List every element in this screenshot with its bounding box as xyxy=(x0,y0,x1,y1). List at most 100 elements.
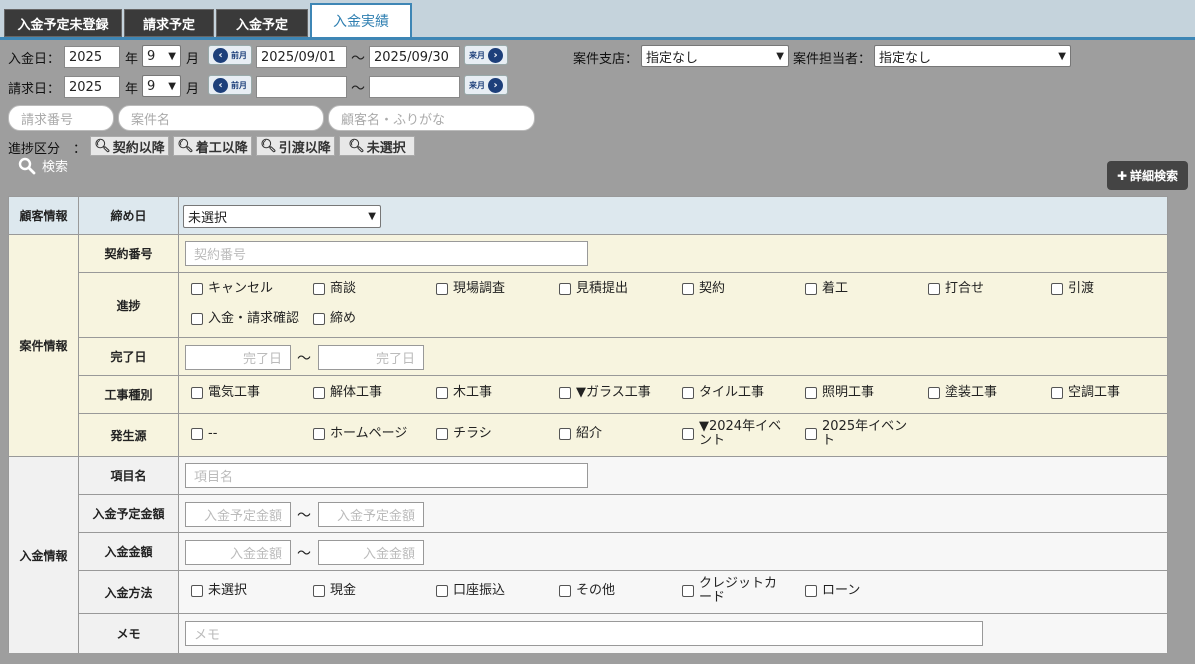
prev-month-button[interactable]: ‹ 前月 xyxy=(208,45,252,65)
deposit-to-input[interactable]: 2025/09/30 xyxy=(369,46,460,68)
checkbox[interactable] xyxy=(436,283,448,295)
work-cb-wood[interactable]: 木工事 xyxy=(436,386,492,400)
amount-from-input[interactable]: 入金金額 xyxy=(185,540,291,565)
work-cb-tile[interactable]: タイル工事 xyxy=(682,386,764,400)
work-cb-glass[interactable]: ▼ガラス工事 xyxy=(559,386,651,400)
search-icon xyxy=(18,157,36,174)
source-cb-flyer[interactable]: チラシ xyxy=(436,427,492,441)
complete-to-input[interactable]: 完了日 xyxy=(318,345,424,370)
progress-cb-meeting[interactable]: 打合せ xyxy=(928,282,984,296)
progress-cb-estimate[interactable]: 見積提出 xyxy=(559,282,628,296)
progress-cb-contract[interactable]: 契約 xyxy=(682,282,725,296)
billing-to-input[interactable] xyxy=(369,76,460,98)
work-cb-painting[interactable]: 塗装工事 xyxy=(928,386,997,400)
checkbox[interactable] xyxy=(1051,283,1063,295)
checkbox[interactable] xyxy=(805,428,817,440)
checkbox[interactable] xyxy=(928,387,940,399)
progress-cb-handover[interactable]: 引渡 xyxy=(1051,282,1094,296)
next-month-button[interactable]: 来月 › xyxy=(464,45,508,65)
checkbox[interactable] xyxy=(191,428,203,440)
checkbox[interactable] xyxy=(313,283,325,295)
after-start-button[interactable]: 🔍︎ 着工以降 xyxy=(173,136,252,156)
billing-month-select[interactable]: 9 ▼ xyxy=(142,75,181,97)
progress-cb-negotiation[interactable]: 商談 xyxy=(313,282,356,296)
range-tilde: ～ xyxy=(297,546,311,562)
progress-cb-survey[interactable]: 現場調査 xyxy=(436,282,505,296)
billing-year-input[interactable]: 2025 xyxy=(64,76,120,98)
tab-unregistered[interactable]: 入金予定未登録 xyxy=(4,9,122,37)
checkbox[interactable] xyxy=(559,428,571,440)
method-cb-unselected[interactable]: 未選択 xyxy=(191,584,247,598)
prev-month-button[interactable]: ‹ 前月 xyxy=(208,75,252,95)
customer-name-input[interactable]: 顧客名・ふりがな xyxy=(328,105,535,131)
checkbox[interactable] xyxy=(682,283,694,295)
progress-cb-closing[interactable]: 締め xyxy=(313,312,356,326)
checkbox[interactable] xyxy=(313,428,325,440)
source-cb-homepage[interactable]: ホームページ xyxy=(313,427,407,441)
checkbox[interactable] xyxy=(805,387,817,399)
after-contract-button[interactable]: 🔍︎ 契約以降 xyxy=(90,136,169,156)
tab-deposit-results[interactable]: 入金実績 xyxy=(310,3,412,37)
checkbox[interactable] xyxy=(559,387,571,399)
source-cb-none[interactable]: -- xyxy=(191,427,217,441)
checkbox[interactable] xyxy=(805,283,817,295)
billing-number-input[interactable]: 請求番号 xyxy=(8,105,114,131)
checkbox[interactable] xyxy=(1051,387,1063,399)
checkbox[interactable] xyxy=(191,585,203,597)
checkbox[interactable] xyxy=(559,283,571,295)
method-cb-cash[interactable]: 現金 xyxy=(313,584,356,598)
progress-cb-start[interactable]: 着工 xyxy=(805,282,848,296)
branch-select[interactable]: 指定なし ▼ xyxy=(641,45,789,67)
after-handover-button[interactable]: 🔍︎ 引渡以降 xyxy=(256,136,335,156)
deposit-year-input[interactable]: 2025 xyxy=(64,46,120,68)
closing-select[interactable]: 未選択 ▼ xyxy=(183,205,381,228)
work-cb-demolition[interactable]: 解体工事 xyxy=(313,386,382,400)
checkbox[interactable] xyxy=(682,428,694,440)
checkbox[interactable] xyxy=(436,428,448,440)
tab-deposit-plan[interactable]: 入金予定 xyxy=(216,9,308,37)
tab-billing-plan[interactable]: 請求予定 xyxy=(124,9,214,37)
checkbox[interactable] xyxy=(313,585,325,597)
progress-cb-cancel[interactable]: キャンセル xyxy=(191,282,273,296)
project-name-input[interactable]: 案件名 xyxy=(118,105,324,131)
checkbox[interactable] xyxy=(928,283,940,295)
staff-select[interactable]: 指定なし ▼ xyxy=(874,45,1071,67)
detail-search-button[interactable]: ✚ 詳細検索 xyxy=(1107,161,1188,190)
checkbox[interactable] xyxy=(191,283,203,295)
source-cb-referral[interactable]: 紹介 xyxy=(559,427,602,441)
checkbox[interactable] xyxy=(436,387,448,399)
checkbox[interactable] xyxy=(313,387,325,399)
billing-from-input[interactable] xyxy=(256,76,347,98)
checkbox[interactable] xyxy=(436,585,448,597)
source-cb-event-2024[interactable]: ▼2024年イベント xyxy=(682,420,792,448)
checkbox[interactable] xyxy=(682,387,694,399)
work-cb-lighting[interactable]: 照明工事 xyxy=(805,386,874,400)
planned-to-input[interactable]: 入金予定金額 xyxy=(318,502,424,527)
memo-input[interactable]: メモ xyxy=(185,621,983,646)
checkbox[interactable] xyxy=(682,585,694,597)
checkbox[interactable] xyxy=(191,387,203,399)
unselected-button[interactable]: 🔍︎ 未選択 xyxy=(339,136,415,156)
amount-to-input[interactable]: 入金金額 xyxy=(318,540,424,565)
contract-number-input[interactable]: 契約番号 xyxy=(185,241,588,266)
checkbox[interactable] xyxy=(559,585,571,597)
deposit-month-select[interactable]: 9 ▼ xyxy=(142,45,181,67)
deposit-from-input[interactable]: 2025/09/01 xyxy=(256,46,347,68)
checkbox[interactable] xyxy=(191,313,203,325)
work-cb-aircon[interactable]: 空調工事 xyxy=(1051,386,1120,400)
cb-label: ▼2024年イベント xyxy=(699,419,782,448)
source-cb-event-2025[interactable]: 2025年イベント xyxy=(805,420,915,448)
search-button[interactable]: 検索 xyxy=(18,156,68,175)
method-cb-transfer[interactable]: 口座振込 xyxy=(436,584,505,598)
planned-from-input[interactable]: 入金予定金額 xyxy=(185,502,291,527)
work-cb-electric[interactable]: 電気工事 xyxy=(191,386,260,400)
complete-from-input[interactable]: 完了日 xyxy=(185,345,291,370)
method-cb-credit[interactable]: クレジットカード xyxy=(682,577,792,605)
checkbox[interactable] xyxy=(805,585,817,597)
method-cb-other[interactable]: その他 xyxy=(559,584,615,598)
checkbox[interactable] xyxy=(313,313,325,325)
item-name-input[interactable]: 項目名 xyxy=(185,463,588,488)
method-cb-loan[interactable]: ローン xyxy=(805,584,860,598)
next-month-button[interactable]: 来月 › xyxy=(464,75,508,95)
progress-cb-payment-confirm[interactable]: 入金・請求確認 xyxy=(191,312,299,326)
